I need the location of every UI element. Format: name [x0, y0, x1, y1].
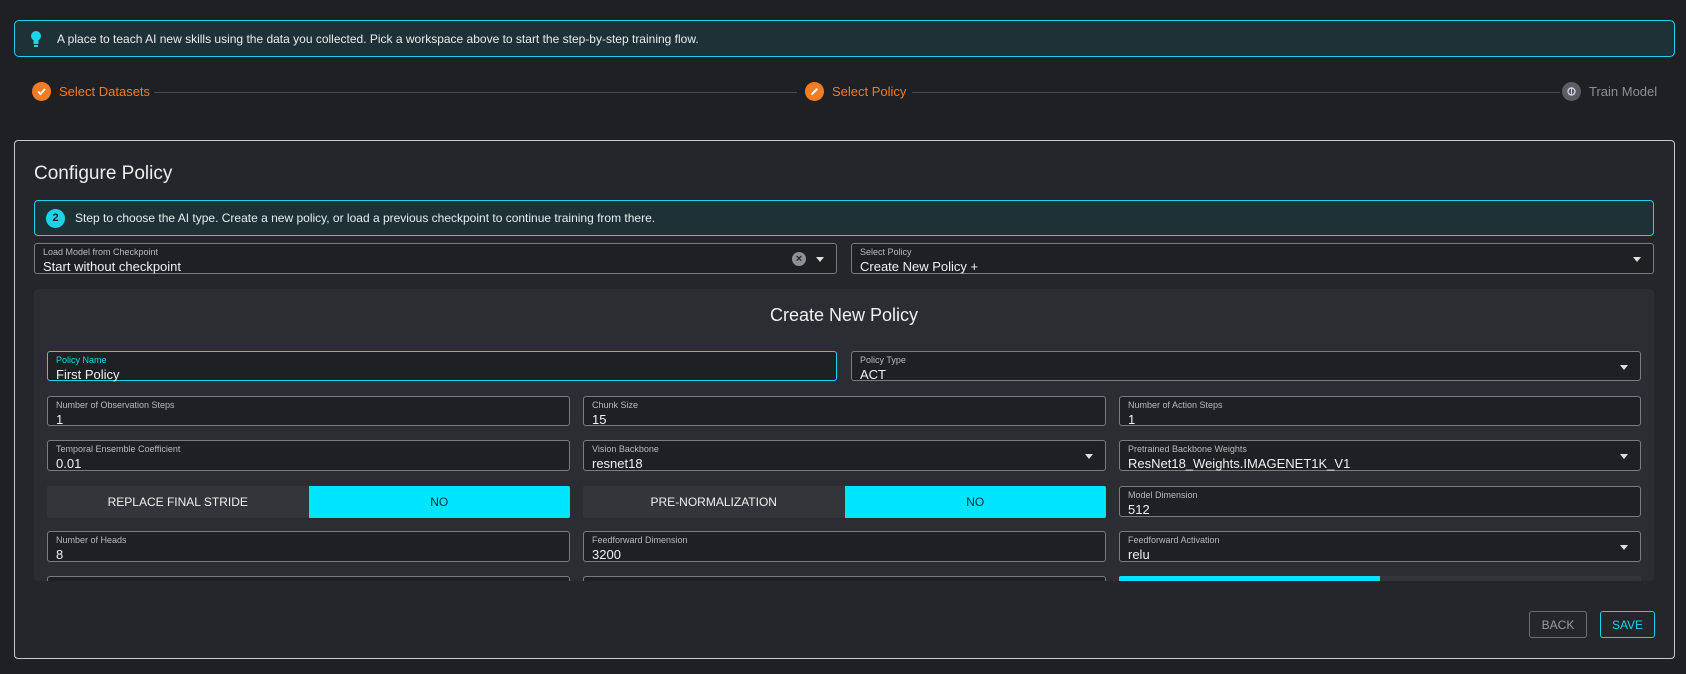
field-value: 1	[56, 412, 64, 427]
toggle-value-no[interactable]: NO	[844, 486, 1106, 518]
chevron-down-icon[interactable]	[1085, 454, 1093, 459]
action-steps-input[interactable]: Number of Action Steps 1	[1119, 396, 1641, 427]
chevron-down-icon[interactable]	[1633, 257, 1641, 262]
step-info-box: 2 Step to choose the AI type. Create a n…	[34, 200, 1654, 236]
chevron-down-icon[interactable]	[816, 257, 824, 262]
cut-off-toggle[interactable]	[1119, 576, 1641, 581]
save-button[interactable]: SAVE	[1600, 611, 1655, 638]
field-label: Chunk Size	[592, 400, 639, 410]
toggle-off-segment[interactable]	[1380, 576, 1641, 581]
field-label: Select Policy	[860, 247, 912, 257]
pencil-icon	[805, 82, 824, 101]
step-number-badge: 2	[46, 208, 65, 228]
field-label: Policy Type	[860, 355, 906, 365]
select-policy-dropdown[interactable]: Select Policy Create New Policy +	[851, 243, 1654, 274]
field-value: 8	[56, 547, 64, 562]
field-value: 512	[1128, 502, 1150, 517]
info-banner: A place to teach AI new skills using the…	[14, 20, 1675, 57]
field-label: Number of Observation Steps	[56, 400, 175, 410]
step-info-text: Step to choose the AI type. Create a new…	[75, 211, 656, 225]
observation-steps-input[interactable]: Number of Observation Steps 1	[47, 396, 570, 427]
toggle-on-segment[interactable]	[1119, 576, 1380, 581]
temporal-coefficient-input[interactable]: Temporal Ensemble Coefficient 0.01	[47, 440, 570, 471]
field-value: ACT	[860, 367, 886, 382]
field-label: Vision Backbone	[592, 444, 659, 454]
field-value: 15	[592, 412, 607, 427]
step-train-model[interactable]: Train Model	[1562, 82, 1657, 101]
field-label: Temporal Ensemble Coefficient	[56, 444, 181, 454]
field-value: resnet18	[592, 456, 643, 471]
field-label: Policy Name	[56, 355, 107, 365]
field-label: Number of Heads	[56, 535, 127, 545]
chevron-down-icon[interactable]	[1620, 545, 1628, 550]
step-connector	[154, 92, 797, 93]
check-icon	[32, 82, 51, 101]
toggle-label: REPLACE FINAL STRIDE	[47, 486, 309, 518]
chevron-down-icon[interactable]	[1620, 365, 1628, 370]
replace-final-stride-toggle[interactable]: REPLACE FINAL STRIDE NO	[47, 486, 570, 518]
checkpoint-select[interactable]: Load Model from Checkpoint Start without…	[34, 243, 837, 274]
number-of-heads-input[interactable]: Number of Heads 8	[47, 531, 570, 562]
field-label: Feedforward Activation	[1128, 535, 1220, 545]
feedforward-dimension-input[interactable]: Feedforward Dimension 3200	[583, 531, 1106, 562]
field-value: 1	[1128, 412, 1136, 427]
back-button[interactable]: BACK	[1529, 611, 1587, 638]
field-label: Feedforward Dimension	[592, 535, 688, 545]
clear-icon[interactable]: ×	[792, 252, 806, 266]
field-label: Number of Action Steps	[1128, 400, 1223, 410]
chevron-down-icon[interactable]	[1620, 454, 1628, 459]
create-policy-panel: Create New Policy Policy Name First Poli…	[34, 289, 1654, 581]
panel-title: Create New Policy	[769, 305, 919, 325]
field-value: Create New Policy +	[860, 259, 979, 274]
card-title: Configure Policy	[34, 163, 173, 184]
feedforward-activation-select[interactable]: Feedforward Activation relu	[1119, 531, 1641, 562]
banner-text: A place to teach AI new skills using the…	[57, 31, 699, 46]
chunk-size-input[interactable]: Chunk Size 15	[583, 396, 1106, 427]
policy-name-input[interactable]: Policy Name First Policy	[47, 351, 837, 382]
field-label: Load Model from Checkpoint	[43, 247, 159, 257]
pretrained-weights-select[interactable]: Pretrained Backbone Weights ResNet18_Wei…	[1119, 440, 1641, 471]
field-value: ResNet18_Weights.IMAGENET1K_V1	[1128, 456, 1351, 471]
vision-backbone-select[interactable]: Vision Backbone resnet18	[583, 440, 1106, 471]
policy-type-select[interactable]: Policy Type ACT	[851, 351, 1641, 382]
field-value: 0.01	[56, 456, 82, 471]
cut-off-field[interactable]	[47, 576, 570, 581]
field-value: First Policy	[56, 367, 120, 382]
model-dimension-input[interactable]: Model Dimension 512	[1119, 486, 1641, 517]
step-label: Select Datasets	[59, 84, 151, 99]
step-select-policy[interactable]: Select Policy	[805, 82, 906, 101]
step-label: Select Policy	[832, 84, 907, 99]
step-connector	[912, 92, 1560, 93]
lightbulb-icon	[31, 30, 41, 47]
field-label: Pretrained Backbone Weights	[1128, 444, 1247, 454]
cut-off-field[interactable]	[583, 576, 1106, 581]
pre-normalization-toggle[interactable]: PRE-NORMALIZATION NO	[583, 486, 1106, 518]
field-label: Model Dimension	[1128, 490, 1198, 500]
stepper: Select Datasets Select Policy Train Mode…	[0, 80, 1686, 104]
toggle-value-no[interactable]: NO	[308, 486, 570, 518]
field-value: Start without checkpoint	[43, 259, 182, 274]
field-value: 3200	[592, 547, 621, 562]
brain-icon	[1562, 82, 1581, 101]
step-label: Train Model	[1589, 84, 1658, 99]
step-select-datasets[interactable]: Select Datasets	[32, 82, 150, 101]
toggle-label: PRE-NORMALIZATION	[583, 486, 845, 518]
field-value: relu	[1128, 547, 1150, 562]
configure-policy-card: Configure Policy 2 Step to choose the AI…	[14, 140, 1675, 659]
